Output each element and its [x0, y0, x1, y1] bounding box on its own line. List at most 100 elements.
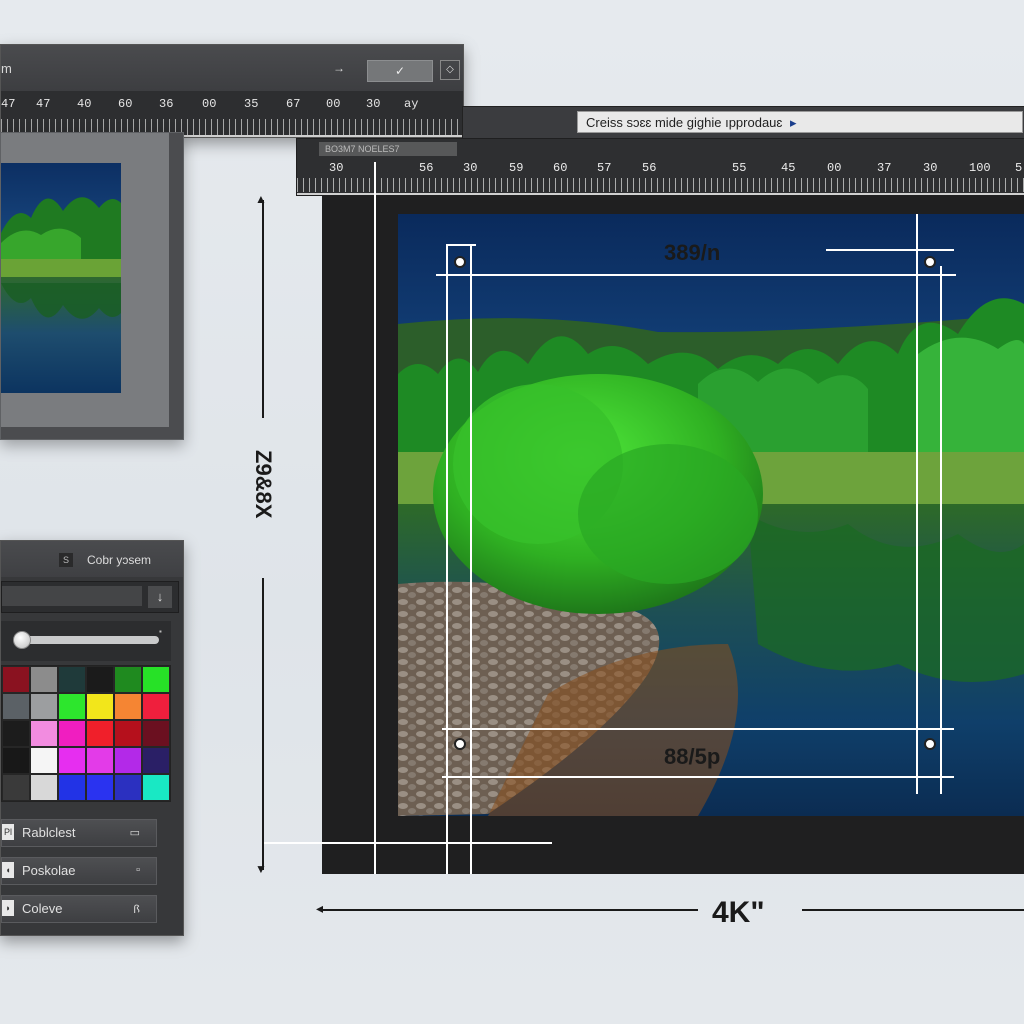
document-title-field[interactable]: Creiss sɔɛɛ mide gighie ıpprodauɛ ▸ [577, 111, 1023, 133]
guide-line [940, 266, 942, 794]
ruler-label: 37 [877, 161, 892, 175]
color-panel: S Cobr yɔsem ↓ ▪ Pl Rablclest ▭ ◖ Poskol… [0, 540, 184, 936]
document-window: Creiss sɔɛɛ mide gighie ıpprodauɛ ▸ BO3M… [262, 106, 1024, 874]
ruler-ticks [297, 178, 1024, 192]
color-swatch[interactable] [86, 747, 114, 774]
bottom-dimension-label: 88/5p [664, 744, 721, 769]
color-swatch[interactable] [2, 693, 30, 720]
color-swatch[interactable] [58, 666, 86, 693]
toolbar-header-label: m [1, 61, 12, 76]
color-swatch[interactable] [30, 666, 58, 693]
document-title-text: Creiss sɔɛɛ mide gighie ıpprodauɛ [586, 115, 783, 130]
layer-item-rablclest[interactable]: Pl Rablclest ▭ [1, 819, 157, 847]
color-swatch[interactable] [2, 774, 30, 801]
color-slider-knob[interactable] [13, 631, 31, 649]
width-measure-line [322, 909, 698, 911]
color-swatch[interactable] [86, 774, 114, 801]
color-swatch[interactable] [58, 747, 86, 774]
color-swatch[interactable] [30, 747, 58, 774]
corner-handle[interactable] [454, 738, 466, 750]
height-measure-line [262, 200, 264, 418]
ruler-label: 30 [329, 161, 344, 175]
color-swatch[interactable] [142, 747, 170, 774]
horizontal-ruler: BO3M7 NOELES7 30 56 30 59 60 57 56 55 45… [296, 138, 1024, 196]
guide-line [442, 776, 954, 778]
layer-toggle-icon[interactable]: ▫ [136, 864, 140, 876]
ruler-label: 36 [159, 97, 174, 111]
width-measure-line [802, 909, 1024, 911]
corner-handle[interactable] [454, 256, 466, 268]
color-swatch[interactable] [86, 666, 114, 693]
ruler-label: 100 [969, 161, 991, 175]
ruler-mini-field[interactable]: BO3M7 NOELES7 [319, 142, 457, 156]
width-label: 4K" [712, 896, 765, 929]
ruler-label: 30 [463, 161, 478, 175]
arrow-up-icon: ▲ [255, 192, 267, 206]
color-swatch[interactable] [114, 720, 142, 747]
color-swatch[interactable] [58, 693, 86, 720]
guide-line [446, 244, 448, 874]
layer-item-coleve[interactable]: ◗ Coleve ꟗ [1, 895, 157, 923]
title-arrow-icon: ▸ [789, 115, 797, 130]
color-swatch[interactable] [30, 720, 58, 747]
color-swatch[interactable] [2, 747, 30, 774]
color-swatch[interactable] [114, 693, 142, 720]
panel-s-icon[interactable]: S [59, 553, 73, 567]
corner-handle[interactable] [924, 738, 936, 750]
color-swatch[interactable] [142, 720, 170, 747]
arrow-right-icon[interactable]: → [333, 61, 345, 75]
thumbnail-preview-image[interactable] [1, 163, 121, 393]
guide-line [826, 249, 954, 251]
color-swatch[interactable] [114, 666, 142, 693]
color-swatch[interactable] [2, 720, 30, 747]
color-swatch[interactable] [114, 747, 142, 774]
ruler-label: 56 [419, 161, 434, 175]
color-swatch[interactable] [2, 666, 30, 693]
arrow-left-icon: ◂ [316, 900, 324, 916]
layer-icon: ◗ [2, 900, 14, 916]
ruler-label: 40 [77, 97, 92, 111]
chevron-down-icon[interactable]: ↓ [148, 586, 172, 608]
diamond-icon[interactable]: ◇ [440, 60, 460, 80]
ruler-label: 35 [244, 97, 259, 111]
color-swatch[interactable] [58, 720, 86, 747]
thumbnail-scrollbar[interactable] [169, 133, 183, 439]
ruler-label: 60 [118, 97, 133, 111]
color-swatch[interactable] [86, 693, 114, 720]
ruler-label: 45 [781, 161, 796, 175]
ruler-label: 56 [642, 161, 657, 175]
document-title-bar: Creiss sɔɛɛ mide gighie ıpprodauɛ ▸ [462, 106, 1024, 140]
color-swatch[interactable] [142, 693, 170, 720]
color-slider-track[interactable] [19, 636, 159, 644]
color-mode-row: ↓ [1, 581, 179, 613]
color-panel-title: Cobr yɔsem [87, 553, 152, 567]
corner-handle[interactable] [924, 256, 936, 268]
ruler-label: 00 [827, 161, 842, 175]
color-swatch[interactable] [30, 774, 58, 801]
confirm-button[interactable]: ✓ [367, 60, 433, 82]
color-swatch[interactable] [114, 774, 142, 801]
ruler-label: 57 [597, 161, 612, 175]
layer-icon: ◖ [2, 862, 14, 878]
landscape-illustration [398, 214, 1024, 816]
layer-item-poskolae[interactable]: ◖ Poskolae ▫ [1, 857, 157, 885]
layer-toggle-icon[interactable]: ▭ [130, 826, 140, 839]
color-swatch[interactable] [58, 774, 86, 801]
thumbnail-bottom-bar [1, 427, 183, 439]
landscape-photo[interactable] [398, 214, 1024, 816]
layer-icon: Pl [2, 824, 14, 840]
guide-line [374, 162, 376, 874]
height-measure-line [262, 578, 264, 870]
color-swatch[interactable] [142, 666, 170, 693]
color-swatch[interactable] [142, 774, 170, 801]
guide-line [436, 274, 956, 276]
arrow-down-icon: ▼ [255, 862, 267, 876]
ruler-label: 5 [1015, 161, 1023, 175]
color-swatch[interactable] [86, 720, 114, 747]
thumbnail-landscape [1, 163, 121, 393]
color-mode-dropdown[interactable] [2, 586, 142, 606]
ruler-label: 30 [923, 161, 938, 175]
color-swatch[interactable] [30, 693, 58, 720]
layer-toggle-icon[interactable]: ꟗ [133, 902, 140, 917]
ruler-baseline [297, 193, 1024, 195]
